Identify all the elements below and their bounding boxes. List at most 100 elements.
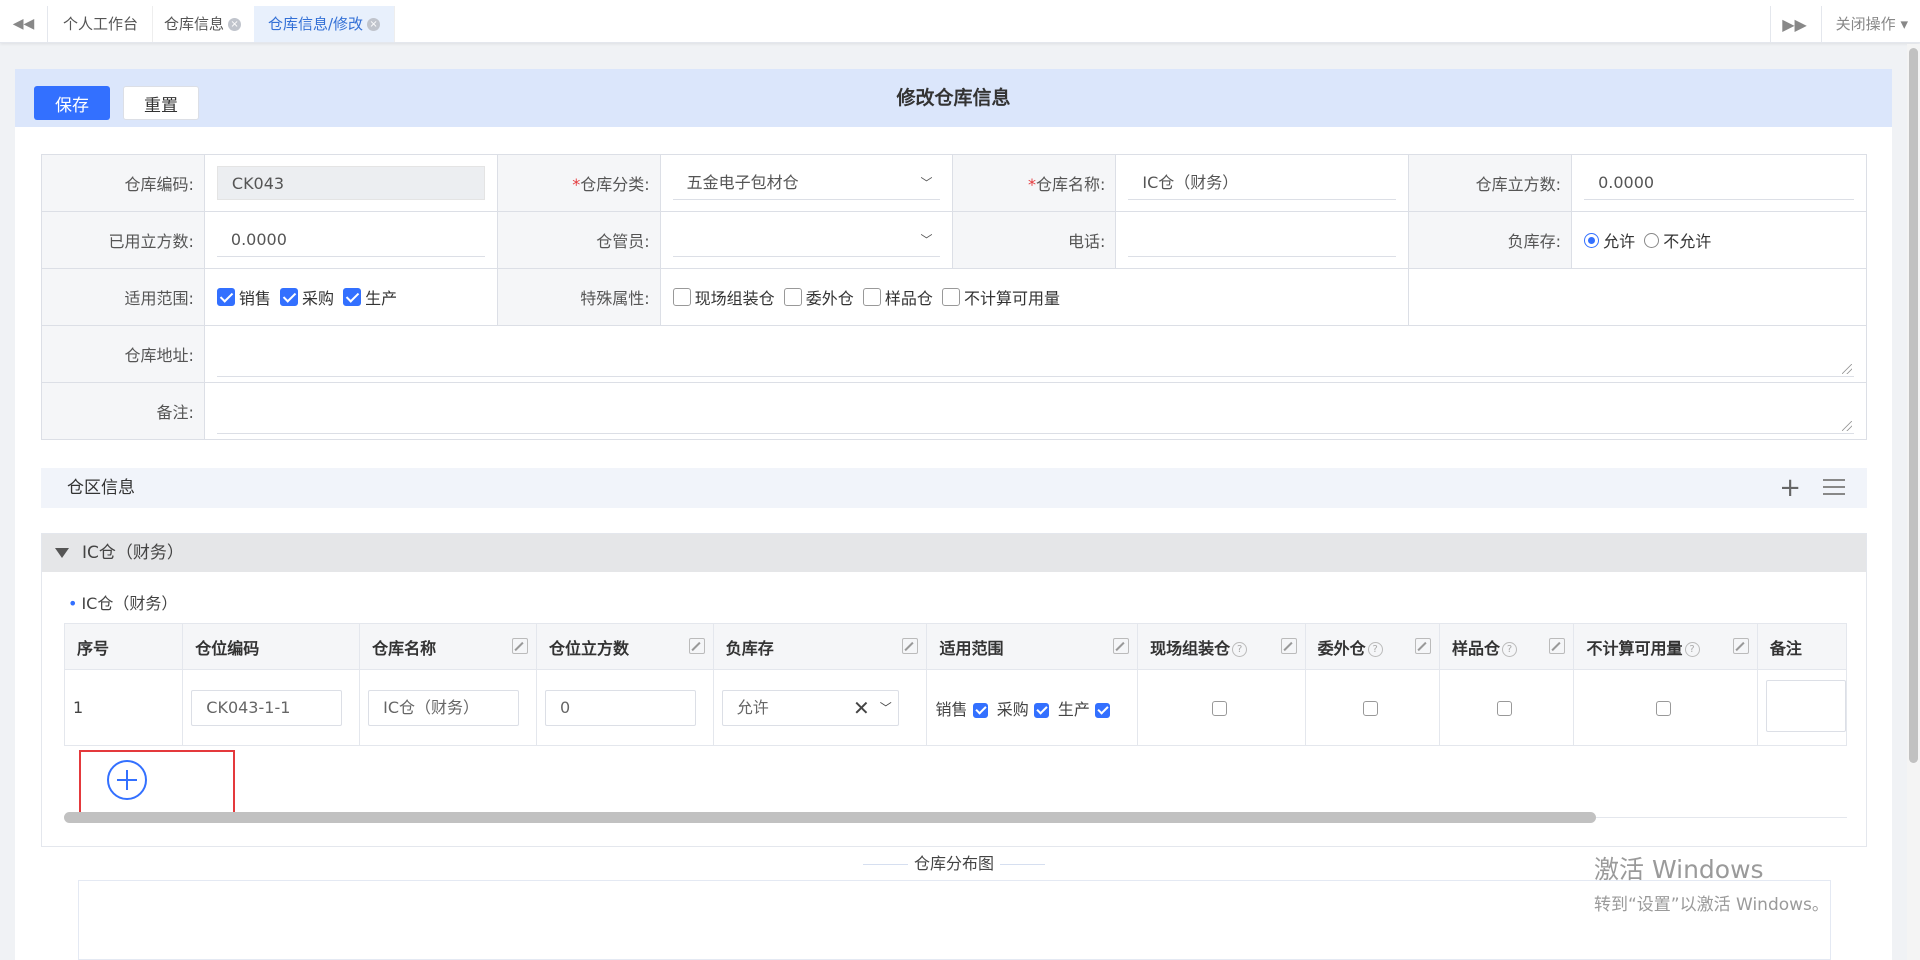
close-ops-label: 关闭操作 bbox=[1835, 15, 1896, 33]
code-field: CK043 bbox=[216, 166, 485, 200]
scroll-tabs-right-button[interactable]: ▶▶ bbox=[1770, 6, 1818, 42]
tab-warehouse-edit[interactable]: 仓库信息/修改 × bbox=[254, 6, 396, 42]
volume-label: 仓库立方数: bbox=[1408, 154, 1573, 212]
close-tab-icon[interactable]: × bbox=[228, 18, 242, 31]
help-icon[interactable]: ? bbox=[1684, 641, 1700, 657]
edit-icon[interactable] bbox=[511, 638, 528, 654]
collapse-triangle-icon[interactable] bbox=[55, 548, 69, 558]
name-field[interactable]: IC仓（财务） bbox=[1128, 166, 1397, 200]
category-label: *仓库分类: bbox=[496, 154, 661, 212]
close-ops-dropdown[interactable]: 关闭操作 ▾ bbox=[1820, 6, 1908, 42]
row-no-available-checkbox[interactable] bbox=[1656, 701, 1672, 716]
row-scope-production-label: 生产 bbox=[1057, 699, 1090, 719]
special-onsite-label: 现场组装仓 bbox=[694, 289, 775, 308]
row-volume-input[interactable]: 0 bbox=[544, 689, 696, 726]
clear-icon[interactable]: ✕ bbox=[853, 691, 870, 725]
help-icon[interactable]: ? bbox=[1502, 641, 1518, 657]
col-header-outsource: 委外仓? bbox=[1304, 623, 1441, 670]
resize-grip-icon[interactable] bbox=[1842, 421, 1852, 431]
warehouse-form: 仓库编码: CK043 *仓库分类: 五金电子包材仓 ﹀ *仓库名称: IC仓（财… bbox=[41, 154, 1868, 440]
col-header-volume: 仓位立方数 bbox=[535, 623, 714, 670]
row-negative-value: 允许 bbox=[736, 697, 769, 717]
special-outsource-checkbox[interactable] bbox=[783, 288, 802, 306]
row-remark-input[interactable] bbox=[1765, 679, 1846, 732]
allow-radio[interactable] bbox=[1584, 232, 1600, 248]
chevron-down-icon: ﹀ bbox=[879, 700, 892, 715]
help-icon[interactable]: ? bbox=[1232, 641, 1248, 657]
col-header-onsite: 现场组装仓? bbox=[1137, 623, 1306, 670]
scope-purchase-checkbox[interactable] bbox=[280, 288, 298, 306]
address-textarea[interactable] bbox=[216, 331, 1854, 377]
scope-production-checkbox[interactable] bbox=[343, 288, 362, 306]
tab-label: 仓库信息/修改 bbox=[268, 15, 364, 33]
row-scope-sales-checkbox[interactable] bbox=[972, 702, 988, 718]
location-grid: 序号 仓位编码 仓库名称 仓位立方数 负库存 适用范围 现场组装仓? 委外仓? … bbox=[63, 623, 1848, 746]
row-negative-select[interactable]: 允许 ✕ ﹀ bbox=[721, 689, 899, 726]
zone-group-title: IC仓（财务） bbox=[82, 543, 184, 563]
special-no-available-checkbox[interactable] bbox=[941, 288, 960, 306]
row-scope-purchase-checkbox[interactable] bbox=[1033, 702, 1049, 718]
scope-sales-checkbox[interactable] bbox=[216, 288, 235, 306]
tab-bar: ◀◀ 个人工作台 仓库信息 × 仓库信息/修改 × ▶▶ 关闭操作 ▾ bbox=[0, 0, 1920, 43]
col-header-index: 序号 bbox=[63, 623, 184, 670]
special-label: 特殊属性: bbox=[496, 268, 661, 326]
tab-workbench[interactable]: 个人工作台 bbox=[49, 6, 154, 42]
hscroll-thumb[interactable] bbox=[64, 812, 1596, 823]
row-outsource-checkbox[interactable] bbox=[1362, 701, 1378, 716]
special-sample-checkbox[interactable] bbox=[862, 288, 881, 306]
remark-textarea[interactable] bbox=[216, 388, 1854, 434]
horizontal-scrollbar[interactable] bbox=[64, 812, 1847, 823]
edit-icon[interactable] bbox=[902, 638, 919, 654]
category-value: 五金电子包材仓 bbox=[686, 173, 799, 192]
category-select[interactable]: 五金电子包材仓 ﹀ bbox=[672, 166, 941, 200]
save-button[interactable]: 保存 bbox=[34, 86, 110, 120]
scroll-tabs-left-button[interactable]: ◀◀ bbox=[0, 6, 48, 42]
col-header-name: 仓库名称 bbox=[359, 623, 537, 670]
close-tab-icon[interactable]: × bbox=[367, 18, 381, 31]
edit-icon[interactable] bbox=[688, 638, 705, 654]
edit-icon[interactable] bbox=[1732, 638, 1749, 654]
row-scope-purchase-label: 采购 bbox=[996, 699, 1029, 719]
scope-label: 适用范围: bbox=[41, 268, 205, 326]
row-scope-production-checkbox[interactable] bbox=[1095, 702, 1110, 718]
edit-icon[interactable] bbox=[1415, 638, 1432, 654]
vertical-scrollbar[interactable] bbox=[1907, 44, 1920, 960]
add-zone-icon[interactable]: + bbox=[1779, 468, 1801, 508]
edit-icon[interactable] bbox=[1113, 638, 1130, 654]
tab-warehouse-info[interactable]: 仓库信息 × bbox=[150, 6, 257, 42]
add-row-icon[interactable] bbox=[107, 760, 147, 800]
col-header-remark: 备注 bbox=[1756, 623, 1848, 670]
used-volume-field[interactable]: 0.0000 bbox=[216, 223, 485, 257]
row-scope-sales-label: 销售 bbox=[935, 699, 968, 719]
windows-activation-watermark: 激活 Windows 转到“设置”以激活 Windows。 bbox=[1594, 850, 1829, 915]
list-icon[interactable] bbox=[1823, 479, 1845, 497]
reset-button[interactable]: 重置 bbox=[123, 86, 199, 120]
edit-icon[interactable] bbox=[1549, 638, 1566, 654]
edit-icon[interactable] bbox=[1280, 638, 1297, 654]
remark-label: 备注: bbox=[41, 382, 205, 440]
resize-grip-icon[interactable] bbox=[1842, 364, 1852, 374]
disallow-radio[interactable] bbox=[1644, 232, 1660, 248]
zone-section-bar: 仓区信息 + bbox=[41, 468, 1867, 508]
zone-panel: IC仓（财务） • IC仓（财务） 序号 仓位编码 仓库名称 仓位立方数 负库存 … bbox=[41, 533, 1867, 847]
help-icon[interactable]: ? bbox=[1367, 641, 1383, 657]
volume-field[interactable]: 0.0000 bbox=[1584, 166, 1854, 200]
allow-radio-label: 允许 bbox=[1603, 232, 1636, 251]
row-sample-checkbox[interactable] bbox=[1497, 701, 1513, 716]
keeper-select[interactable]: ﹀ bbox=[672, 223, 941, 257]
scrollbar-thumb[interactable] bbox=[1909, 48, 1918, 763]
name-label: *仓库名称: bbox=[952, 154, 1117, 212]
special-outsource-label: 委外仓 bbox=[805, 289, 854, 308]
row-name-input[interactable]: IC仓（财务） bbox=[368, 689, 520, 726]
col-header-scope: 适用范围 bbox=[926, 623, 1139, 670]
special-no-available-label: 不计算可用量 bbox=[963, 289, 1060, 308]
phone-field[interactable] bbox=[1128, 223, 1397, 257]
scope-sales-label: 销售 bbox=[238, 289, 271, 308]
row-code-input[interactable]: CK043-1-1 bbox=[191, 689, 343, 726]
row-onsite-checkbox[interactable] bbox=[1211, 701, 1227, 716]
col-header-sample: 样品仓? bbox=[1439, 623, 1575, 670]
address-label: 仓库地址: bbox=[41, 325, 205, 383]
distribution-title: 仓库分布图 bbox=[851, 850, 1057, 874]
special-onsite-checkbox[interactable] bbox=[672, 288, 691, 306]
zone-group-header[interactable]: IC仓（财务） bbox=[42, 534, 1866, 572]
